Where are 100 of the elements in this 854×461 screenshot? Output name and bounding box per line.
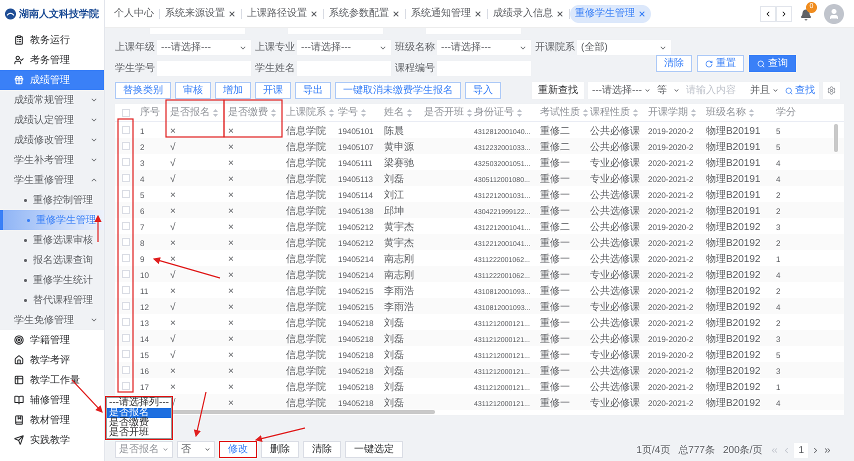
tab[interactable]: 成绩录入信息 xyxy=(488,4,569,22)
row-checkbox[interactable] xyxy=(122,126,130,134)
sort-icon[interactable] xyxy=(361,108,366,116)
select-field[interactable]: ---请选择--- xyxy=(437,40,531,55)
row-checkbox[interactable] xyxy=(122,366,130,374)
toolbar-button[interactable]: 导入 xyxy=(465,82,501,99)
submenu-item[interactable]: 成绩常规管理 xyxy=(0,90,104,110)
row-checkbox[interactable] xyxy=(122,286,130,294)
tab[interactable]: 重修学生管理 xyxy=(570,4,651,22)
submenu-link[interactable]: 重修控制管理 xyxy=(0,190,104,210)
sort-icon[interactable] xyxy=(633,108,638,116)
sidebar-item[interactable]: 教学考评 xyxy=(0,350,104,370)
action-button[interactable]: 修改 xyxy=(219,441,257,458)
submenu-link[interactable]: 报名选课查询 xyxy=(0,250,104,270)
row-checkbox[interactable] xyxy=(122,190,130,198)
sidebar-item[interactable]: 学籍管理 xyxy=(0,330,104,350)
sort-icon[interactable] xyxy=(517,108,522,116)
tab[interactable]: 个人中心 xyxy=(109,4,159,22)
sidebar-item[interactable]: 教材管理 xyxy=(0,410,104,430)
action-button[interactable]: 清除 xyxy=(303,441,341,458)
search-input[interactable]: 请输入内容 xyxy=(686,83,744,98)
search-button[interactable]: 查询 xyxy=(749,55,796,72)
sidebar-item[interactable]: 成绩管理 xyxy=(0,70,104,90)
column-select[interactable]: 是否报名 xyxy=(115,441,173,458)
select-all-checkbox[interactable] xyxy=(122,108,130,116)
close-icon[interactable] xyxy=(392,10,400,18)
tab[interactable]: 系统参数配置 xyxy=(324,4,405,22)
submenu-item[interactable]: 学生重修管理 xyxy=(0,170,104,190)
submenu-link[interactable]: 重修学生统计 xyxy=(0,270,104,290)
column-select[interactable]: ---请选择--- xyxy=(592,83,651,98)
row-checkbox[interactable] xyxy=(122,142,130,150)
sidebar-item[interactable]: 教务运行 xyxy=(0,30,104,50)
tab[interactable]: 系统来源设置 xyxy=(160,4,241,22)
refind-button[interactable]: 重新查找 xyxy=(532,82,584,99)
last-page-icon[interactable] xyxy=(823,446,832,455)
submenu-item[interactable]: 学生免修管理 xyxy=(0,310,104,330)
close-icon[interactable] xyxy=(228,10,236,18)
close-icon[interactable] xyxy=(638,10,646,18)
row-checkbox[interactable] xyxy=(122,206,130,214)
operator-select[interactable]: 等 xyxy=(657,83,680,98)
next-page-icon[interactable] xyxy=(811,446,820,455)
sort-icon[interactable] xyxy=(583,108,588,116)
row-checkbox[interactable] xyxy=(122,174,130,182)
select-field[interactable]: (全部) xyxy=(577,40,671,55)
vertical-scrollbar[interactable] xyxy=(834,124,838,152)
row-checkbox[interactable] xyxy=(122,254,130,262)
tab[interactable]: 系统通知管理 xyxy=(406,4,487,22)
row-checkbox[interactable] xyxy=(122,302,130,310)
select-field[interactable]: ---请选择--- xyxy=(297,40,391,55)
sidebar-item[interactable]: 实践教学 xyxy=(0,430,104,450)
row-checkbox[interactable] xyxy=(122,350,130,358)
sort-icon[interactable] xyxy=(749,108,754,116)
row-checkbox[interactable] xyxy=(122,318,130,326)
logic-select[interactable]: 并且 xyxy=(750,83,779,98)
avatar[interactable] xyxy=(824,4,844,24)
find-button[interactable]: 查找 xyxy=(785,83,815,98)
toolbar-button[interactable]: 导出 xyxy=(295,82,331,99)
submenu-link[interactable]: 重修选课审核 xyxy=(0,230,104,250)
select-field[interactable]: ---请选择--- xyxy=(157,40,251,55)
sort-icon[interactable] xyxy=(213,108,218,116)
value-select[interactable]: 否 xyxy=(177,441,215,458)
sidebar-item[interactable]: 辅修管理 xyxy=(0,390,104,410)
clear-button[interactable]: 清除 xyxy=(656,55,692,72)
sort-icon[interactable] xyxy=(271,108,276,116)
action-button[interactable]: 一键选定 xyxy=(345,441,403,458)
next-button[interactable] xyxy=(776,6,792,22)
row-checkbox[interactable] xyxy=(122,222,130,230)
row-checkbox[interactable] xyxy=(122,270,130,278)
toolbar-button[interactable]: 替换类别 xyxy=(115,82,171,99)
dropdown-option[interactable]: ---请选择列--- xyxy=(107,398,171,408)
bell-icon[interactable] xyxy=(800,8,812,20)
sort-icon[interactable] xyxy=(329,108,334,116)
close-icon[interactable] xyxy=(310,10,318,18)
dropdown-option[interactable]: 是否开班 xyxy=(107,428,171,438)
sort-icon[interactable] xyxy=(467,108,472,116)
toolbar-button[interactable]: 开课 xyxy=(255,82,291,99)
submenu-item[interactable]: 成绩修改管理 xyxy=(0,130,104,150)
sidebar-item[interactable]: 考务管理 xyxy=(0,50,104,70)
row-checkbox[interactable] xyxy=(122,334,130,342)
sort-icon[interactable] xyxy=(407,108,412,116)
submenu-link[interactable]: 替代课程管理 xyxy=(0,290,104,310)
settings-button[interactable] xyxy=(823,82,840,99)
tab[interactable]: 上课路径设置 xyxy=(242,4,323,22)
reset-button[interactable]: 重置 xyxy=(697,55,744,72)
page-size[interactable]: 200条/页 xyxy=(722,443,762,458)
close-icon[interactable] xyxy=(556,10,564,18)
row-checkbox[interactable] xyxy=(122,238,130,246)
action-button[interactable]: 删除 xyxy=(261,441,299,458)
first-page-icon[interactable] xyxy=(770,446,780,455)
row-checkbox[interactable] xyxy=(122,382,130,390)
previous-button[interactable] xyxy=(760,6,776,22)
sort-icon[interactable] xyxy=(691,108,696,116)
page-number[interactable]: 1 xyxy=(794,443,808,458)
dropdown-option[interactable]: 是否缴费 xyxy=(107,418,171,428)
close-icon[interactable] xyxy=(474,10,482,18)
toolbar-button[interactable]: 审核 xyxy=(175,82,211,99)
submenu-item[interactable]: 成绩认定管理 xyxy=(0,110,104,130)
row-checkbox[interactable] xyxy=(122,158,130,166)
submenu-item[interactable]: 学生补考管理 xyxy=(0,150,104,170)
toolbar-button[interactable]: 一键取消未缴费学生报名 xyxy=(335,82,461,99)
